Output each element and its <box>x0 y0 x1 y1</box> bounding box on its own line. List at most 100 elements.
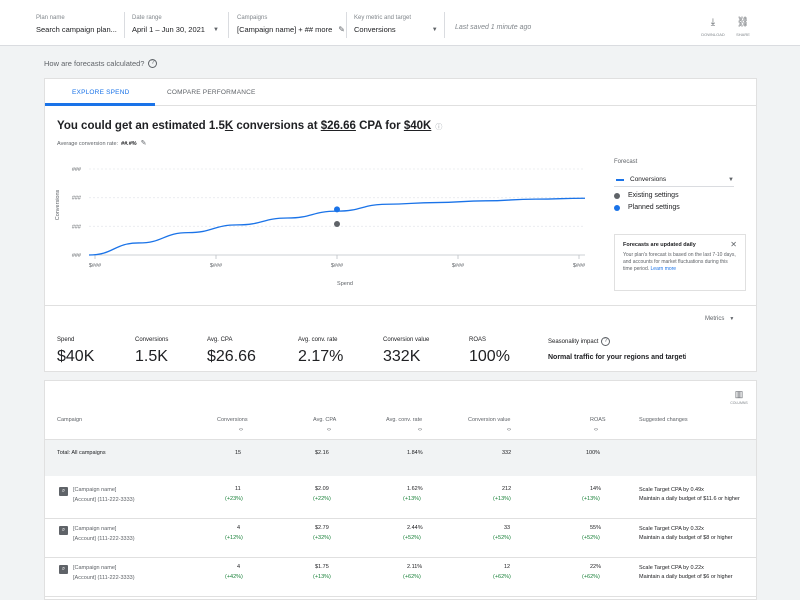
stat-label: ROAS <box>469 337 487 343</box>
help-icon[interactable]: ? <box>601 337 611 346</box>
stat-conversion-value: Conversion value 332K <box>383 337 429 366</box>
stat-label: Spend <box>57 337 75 343</box>
tab-bar: EXPLORE SPEND COMPARE PERFORMANCE <box>45 79 756 106</box>
sort-icon[interactable]: ‹› <box>327 427 331 433</box>
forecast-chart: ### ### ### ### $### $### $### $### $### Conver… <box>55 167 586 287</box>
roas-value: 22% <box>590 564 602 570</box>
seasonality-impact: Seasonality impact? Normal traffic for y… <box>548 337 686 361</box>
header-divider <box>228 12 229 38</box>
conversion-value-value: 33 <box>504 525 511 531</box>
campaign-name[interactable]: [Campaign name] <box>73 564 116 573</box>
suggestion-line-1: Scale Target CPA by 0.49x <box>639 487 704 493</box>
series-swatch <box>616 178 624 181</box>
conversions-value: 4 <box>237 525 241 531</box>
x-tick-label: $### <box>89 263 102 269</box>
key-metric-field[interactable]: Key metric and target Conversions ▼ <box>354 14 438 35</box>
plan-name-field[interactable]: Plan name Search campaign plan... <box>36 14 117 35</box>
metrics-dropdown[interactable]: Metrics ▼ <box>705 316 734 322</box>
sort-icon[interactable]: ‹› <box>418 427 422 433</box>
plan-name-label: Plan name <box>36 15 65 21</box>
stat-value: 1.5K <box>135 348 168 365</box>
date-range-select[interactable]: April 1 – Jun 30, 2021 ▼ <box>132 25 219 35</box>
forecast-legend-panel: Forecast Conversions ▼ Existing settings… <box>614 159 749 211</box>
table-row[interactable]: ⌕ [Campaign name] [Account] (111-222-333… <box>45 481 756 519</box>
help-icon[interactable]: ? <box>148 59 158 68</box>
key-metric-select[interactable]: Conversions ▼ <box>354 25 438 35</box>
stat-label: Conversions <box>135 337 169 343</box>
sort-icon[interactable]: ‹› <box>507 427 511 433</box>
how-forecasts-link[interactable]: How are forecasts calculated? ? <box>44 59 158 68</box>
roas-value: 14% <box>590 486 602 492</box>
col-header-conversion-value[interactable]: Conversion value <box>468 417 511 423</box>
x-tick-label: $### <box>331 263 344 269</box>
info-icon[interactable]: ⓘ <box>435 124 442 131</box>
headline-budget[interactable]: $40K <box>404 120 432 132</box>
stat-conversions: Conversions 1.5K <box>135 337 168 366</box>
headline-cpa[interactable]: $26.66 <box>321 120 356 132</box>
conversions-unit[interactable]: K <box>225 120 233 132</box>
total-roas: 100% <box>586 450 601 456</box>
col-header-avg-conv-rate[interactable]: Avg. conv. rate <box>386 417 422 423</box>
avg-conversion-value: ##.#% <box>121 141 137 147</box>
campaign-name[interactable]: [Campaign name] <box>73 525 116 534</box>
columns-icon: ▥ <box>734 389 744 399</box>
conversions-delta: (+12%) <box>225 535 243 541</box>
forecast-title: Forecast <box>614 159 638 165</box>
legend-planned: Planned settings <box>614 204 749 211</box>
stat-value: 332K <box>383 348 421 365</box>
active-tab-indicator <box>45 103 155 106</box>
legend-existing-label: Existing settings <box>628 192 679 199</box>
section-divider <box>45 305 756 306</box>
stat-value: 100% <box>469 348 510 365</box>
avg-conv-rate-value: 2.44% <box>407 525 423 531</box>
campaigns-field[interactable]: Campaigns [Campaign name] + ## more ✎ <box>237 14 345 35</box>
avg-conv-rate-delta: (+13%) <box>403 496 421 502</box>
tab-compare-performance[interactable]: COMPARE PERFORMANCE <box>167 89 256 96</box>
download-button[interactable]: ⤓ DOWNLOAD <box>698 17 728 38</box>
close-icon[interactable]: ✕ <box>730 240 737 249</box>
total-label: Total: All campaigns <box>57 450 106 456</box>
forecast-metric-select[interactable]: Conversions ▼ <box>614 173 734 187</box>
date-range-field[interactable]: Date range April 1 – Jun 30, 2021 ▼ <box>132 14 219 35</box>
stat-value: 2.17% <box>298 348 344 365</box>
chevron-down-icon: ▼ <box>729 316 735 322</box>
conversion-value-delta: (+13%) <box>493 496 511 502</box>
table-row[interactable]: ⌕ [Campaign name] [Account] (111-222-333… <box>45 520 756 558</box>
avg-conv-rate-delta: (+52%) <box>403 535 421 541</box>
total-avg-cpa: $2.16 <box>315 450 329 456</box>
campaigns-select[interactable]: [Campaign name] + ## more ✎ <box>237 25 345 35</box>
download-label: DOWNLOAD <box>701 32 725 37</box>
roas-delta: (+13%) <box>582 496 600 502</box>
total-conversion-value: 332 <box>502 450 512 456</box>
forecast-notice: Forecasts are updated daily Your plan's … <box>614 234 746 291</box>
stat-label: Conversion value <box>383 337 430 343</box>
key-metric-label: Key metric and target <box>354 15 412 21</box>
learn-more-link[interactable]: Learn more <box>651 266 677 272</box>
key-metric-value: Conversions <box>354 25 396 34</box>
seasonality-value: Normal traffic for your regions and targ… <box>548 354 686 361</box>
plan-name-value[interactable]: Search campaign plan... <box>36 25 117 35</box>
col-header-avg-cpa[interactable]: Avg. CPA <box>313 417 336 423</box>
existing-settings-point[interactable] <box>334 221 340 228</box>
notice-title: Forecasts are updated daily <box>623 242 696 248</box>
columns-button[interactable]: ▥ COLUMNS <box>725 389 753 405</box>
pencil-icon[interactable]: ✎ <box>141 140 147 147</box>
headline-mid: conversions at <box>233 120 321 132</box>
suggestion-line-2: Maintain a daily budget of $8 or higher <box>639 535 733 541</box>
stat-label: Avg. conv. rate <box>298 337 338 343</box>
col-header-campaign[interactable]: Campaign <box>57 417 82 423</box>
col-header-roas[interactable]: ROAS <box>590 417 606 423</box>
sort-icon[interactable]: ‹› <box>239 427 243 433</box>
chevron-down-icon: ▼ <box>212 27 219 33</box>
pencil-icon[interactable]: ✎ <box>338 25 345 35</box>
share-button[interactable]: ⛓ SHARE <box>728 17 758 38</box>
tab-explore-spend[interactable]: EXPLORE SPEND <box>72 89 130 96</box>
col-header-conversions[interactable]: Conversions <box>217 417 248 423</box>
sort-icon[interactable]: ‹› <box>594 427 598 433</box>
roas-value: 55% <box>590 525 602 531</box>
planned-settings-point[interactable] <box>334 206 340 213</box>
avg-cpa-value: $2.79 <box>315 525 329 531</box>
share-label: SHARE <box>736 32 750 37</box>
campaign-name[interactable]: [Campaign name] <box>73 486 116 495</box>
table-row[interactable]: ⌕ [Campaign name] [Account] (111-222-333… <box>45 559 756 597</box>
